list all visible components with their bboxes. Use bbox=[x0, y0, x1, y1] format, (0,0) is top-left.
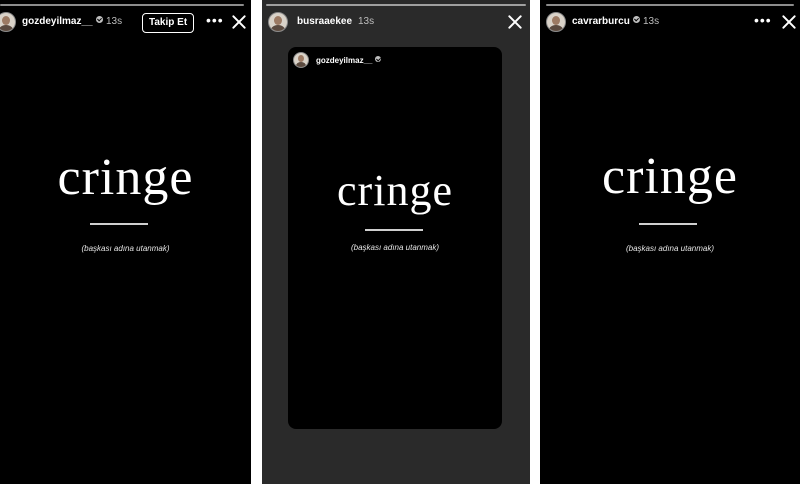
story-caption: (başkası adına utanmak) bbox=[350, 243, 440, 252]
story-username[interactable]: gozdeyilmaz__ bbox=[22, 16, 103, 27]
close-icon[interactable] bbox=[230, 13, 248, 31]
follow-button[interactable]: Takip Et bbox=[142, 13, 195, 33]
story-panel-2[interactable]: busraaekee 13s gozdeyilmaz__ cringe (baş… bbox=[262, 0, 530, 484]
story-header: busraaekee 13s bbox=[262, 11, 530, 39]
story-time: 13s bbox=[106, 16, 123, 27]
story-caption: (başkası adına utanmak) bbox=[625, 244, 715, 253]
story-panel-1[interactable]: gozdeyilmaz__ 13s Takip Et ••• cringe (b… bbox=[0, 0, 251, 484]
story-caption: (başkası adına utanmak) bbox=[81, 244, 170, 253]
username-text[interactable]: gozdeyilmaz__ bbox=[22, 16, 93, 27]
story-username[interactable]: cavrarburcu bbox=[572, 16, 640, 27]
shared-story-username[interactable]: gozdeyilmaz__ bbox=[316, 56, 382, 65]
divider bbox=[639, 223, 697, 225]
story-word: cringe bbox=[57, 149, 194, 206]
verified-badge-icon bbox=[632, 16, 640, 23]
story-word: cringe bbox=[602, 148, 738, 205]
avatar[interactable] bbox=[546, 12, 566, 32]
avatar[interactable] bbox=[0, 12, 16, 32]
verified-badge-icon bbox=[375, 56, 382, 62]
story-time: 13s bbox=[358, 16, 375, 27]
story-panel-3[interactable]: cavrarburcu 13s ••• cringe (başkası adın… bbox=[540, 0, 800, 484]
divider bbox=[365, 229, 423, 231]
story-progress-bar bbox=[546, 4, 794, 6]
story-word: cringe bbox=[337, 166, 453, 215]
avatar[interactable] bbox=[293, 52, 309, 68]
username-text[interactable]: gozdeyilmaz__ bbox=[316, 56, 372, 65]
story-header: gozdeyilmaz__ 13s Takip Et ••• bbox=[0, 11, 251, 39]
divider bbox=[90, 223, 148, 225]
story-progress-bar bbox=[0, 4, 244, 6]
story-progress-bar bbox=[266, 4, 526, 6]
shared-story-card[interactable]: gozdeyilmaz__ cringe (başkası adına utan… bbox=[288, 47, 502, 429]
story-header: cavrarburcu 13s ••• bbox=[540, 11, 800, 39]
story-username[interactable]: busraaekee bbox=[297, 16, 352, 27]
verified-badge-icon bbox=[95, 16, 103, 23]
more-horizontal-icon[interactable]: ••• bbox=[754, 13, 772, 27]
story-time: 13s bbox=[643, 16, 660, 27]
more-horizontal-icon[interactable]: ••• bbox=[206, 13, 224, 27]
avatar[interactable] bbox=[268, 12, 288, 32]
username-text[interactable]: busraaekee bbox=[297, 16, 352, 27]
close-icon[interactable] bbox=[780, 13, 798, 31]
username-text[interactable]: cavrarburcu bbox=[572, 16, 630, 27]
close-icon[interactable] bbox=[506, 13, 524, 31]
